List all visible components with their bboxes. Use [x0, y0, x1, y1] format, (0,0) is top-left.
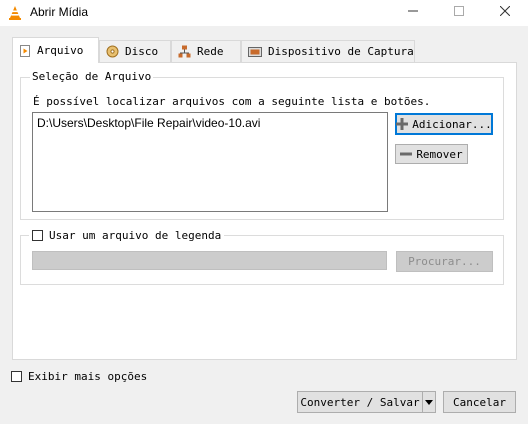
- remove-file-button[interactable]: Remover: [395, 144, 468, 164]
- title-bar: Abrir Mídia: [0, 0, 528, 26]
- subtitle-checkbox-label: Usar um arquivo de legenda: [49, 229, 222, 242]
- file-selection-description: É possível localizar arquivos com a segu…: [33, 95, 431, 108]
- remove-button-label: Remover: [416, 147, 463, 161]
- tab-label: Disco: [125, 45, 159, 58]
- convert-save-button[interactable]: Converter / Salvar: [297, 391, 422, 413]
- cancel-button[interactable]: Cancelar: [443, 391, 516, 413]
- disc-icon: [106, 45, 119, 58]
- tab-label: Dispositivo de Captura: [268, 45, 414, 58]
- add-button-label: Adicionar...: [412, 117, 492, 131]
- subtitle-path-field: [32, 251, 387, 270]
- tab-label: Arquivo: [37, 44, 84, 57]
- subtitle-checkbox-row[interactable]: Usar um arquivo de legenda: [29, 229, 225, 242]
- minus-icon: [400, 152, 413, 156]
- maximize-icon[interactable]: [436, 0, 482, 26]
- vlc-cone-icon: [9, 6, 21, 20]
- tab-arquivo[interactable]: Arquivo: [12, 37, 99, 63]
- more-options-label: Exibir mais opções: [28, 370, 148, 383]
- close-icon[interactable]: [482, 0, 528, 26]
- more-options-row[interactable]: Exibir mais opções: [11, 370, 147, 383]
- browse-button-label: Procurar...: [408, 255, 481, 268]
- tab-dispositivo-de-captura[interactable]: Dispositivo de Captura: [241, 40, 415, 62]
- chevron-down-icon: [425, 399, 433, 405]
- cancel-label: Cancelar: [453, 395, 506, 409]
- browse-subtitle-button: Procurar...: [396, 251, 493, 272]
- file-selection-label: Seleção de Arquivo: [30, 70, 154, 83]
- list-item[interactable]: D:\Users\Desktop\File Repair\video-10.av…: [33, 113, 387, 130]
- add-file-button[interactable]: Adicionar...: [395, 113, 493, 135]
- file-list[interactable]: D:\Users\Desktop\File Repair\video-10.av…: [32, 112, 388, 212]
- file-play-icon: [20, 44, 30, 57]
- more-options-checkbox[interactable]: [11, 371, 22, 382]
- convert-save-label: Converter / Salvar: [300, 395, 420, 409]
- minimize-icon[interactable]: [390, 0, 436, 26]
- convert-options-dropdown[interactable]: [422, 391, 436, 413]
- subtitle-checkbox[interactable]: [32, 230, 43, 241]
- tab-rede[interactable]: Rede: [171, 40, 241, 62]
- tab-label: Rede: [197, 45, 224, 58]
- tab-disco[interactable]: Disco: [99, 40, 171, 62]
- plus-icon: [396, 118, 409, 130]
- capture-device-icon: [248, 46, 262, 57]
- network-icon: [178, 45, 191, 58]
- window-title: Abrir Mídia: [30, 5, 89, 19]
